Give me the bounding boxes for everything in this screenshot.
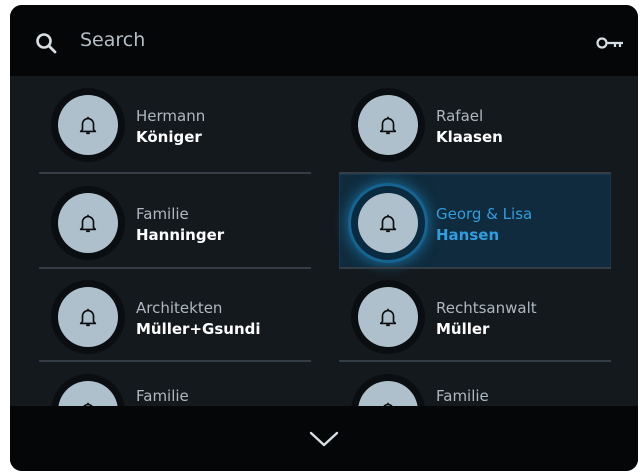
bottom-bar — [10, 406, 638, 471]
bell-icon — [379, 308, 397, 327]
search-input[interactable]: Search — [80, 29, 145, 51]
bell-button[interactable] — [351, 280, 425, 354]
contact-first-name: Familie — [136, 205, 189, 223]
bell-button[interactable] — [351, 374, 425, 406]
contact-last-name: Königer — [136, 128, 202, 146]
bell-button[interactable] — [351, 88, 425, 162]
contact-last-name: Müller — [436, 320, 490, 338]
contact-item[interactable]: Familie — [339, 362, 611, 406]
contact-item[interactable]: Hermann Königer — [39, 76, 311, 168]
intercom-screen: Search Hermann Königer Rafael Klaasen Fa… — [10, 5, 638, 471]
bell-icon — [79, 308, 97, 327]
contact-item[interactable]: Architekten Müller+Gsundi — [39, 268, 311, 360]
bell-icon — [379, 116, 397, 135]
search-icon[interactable] — [35, 32, 57, 54]
bell-button[interactable] — [51, 186, 125, 260]
chevron-down-icon[interactable] — [309, 430, 339, 448]
contact-item[interactable]: Familie — [39, 362, 311, 406]
contact-last-name: Müller+Gsundi — [136, 320, 261, 338]
contact-first-name: Hermann — [136, 107, 206, 125]
bell-button[interactable] — [351, 186, 425, 260]
contact-last-name: Klaasen — [436, 128, 503, 146]
contact-item[interactable]: Familie Hanninger — [39, 174, 311, 266]
contact-first-name: Rafael — [436, 107, 484, 125]
contact-item[interactable]: Rafael Klaasen — [339, 76, 611, 168]
top-bar: Search — [10, 5, 638, 76]
contact-first-name: Rechtsanwalt — [436, 299, 537, 317]
bell-icon — [79, 116, 97, 135]
contact-list[interactable]: Hermann Königer Rafael Klaasen Familie H… — [10, 76, 638, 406]
bell-button[interactable] — [51, 88, 125, 162]
contact-first-name: Architekten — [136, 299, 223, 317]
contact-first-name: Georg & Lisa — [436, 205, 533, 223]
contact-first-name: Familie — [136, 387, 189, 405]
contact-item[interactable]: Rechtsanwalt Müller — [339, 268, 611, 360]
contact-first-name: Familie — [436, 387, 489, 405]
bell-icon — [379, 214, 397, 233]
contact-last-name: Hanninger — [136, 226, 225, 244]
bell-button[interactable] — [51, 374, 125, 406]
bell-button[interactable] — [51, 280, 125, 354]
key-icon[interactable] — [596, 35, 624, 51]
contact-last-name: Hansen — [436, 226, 500, 244]
bell-icon — [79, 214, 97, 233]
contact-item-selected[interactable]: Georg & Lisa Hansen — [339, 174, 611, 268]
